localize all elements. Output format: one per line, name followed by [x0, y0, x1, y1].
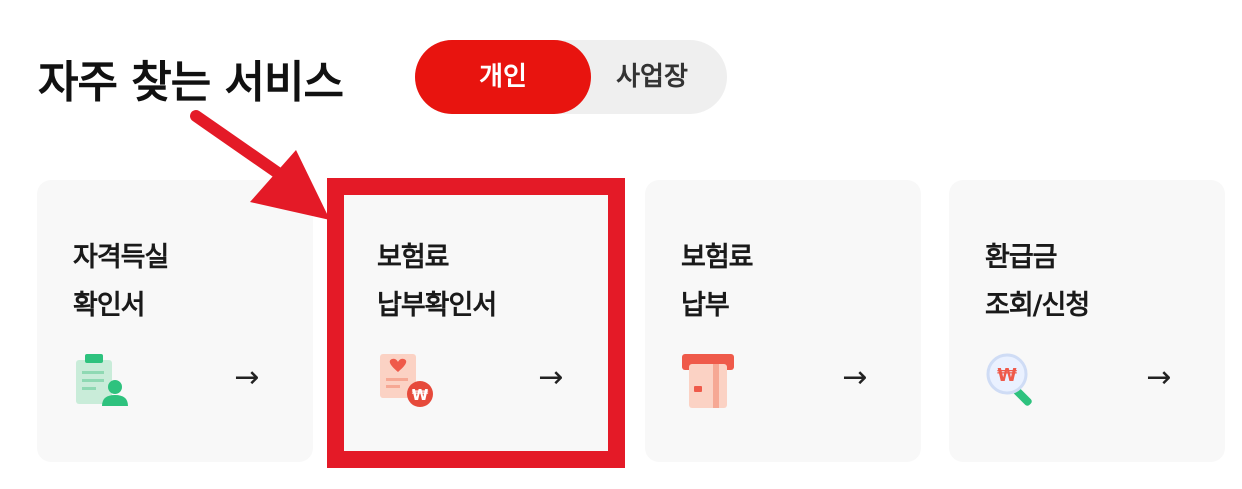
card-eligibility-certificate[interactable]: 자격득실 확인서 → — [37, 180, 313, 462]
svg-text:₩: ₩ — [997, 365, 1017, 386]
card-title: 환급금 조회/신청 — [985, 234, 1205, 330]
card-refund-inquiry[interactable]: 환급금 조회/신청 ₩ → — [949, 180, 1225, 462]
toggle-personal-button[interactable]: 개인 — [415, 40, 591, 114]
card-premium-payment[interactable]: 보험료 납부 → — [645, 180, 921, 462]
svg-text:₩: ₩ — [412, 386, 429, 404]
card-payment-icon — [679, 352, 739, 412]
card-title-line2: 조회/신청 — [985, 290, 1090, 321]
section-title: 자주 찾는 서비스 — [38, 57, 344, 108]
arrow-right-icon: → — [538, 360, 564, 395]
arrow-right-icon: → — [842, 360, 868, 395]
customer-type-toggle: 개인 사업장 — [415, 40, 727, 114]
toggle-business-button[interactable]: 사업장 — [585, 40, 719, 114]
payment-receipt-won-icon: ₩ — [375, 352, 435, 412]
card-title-line1: 보험료 — [377, 242, 450, 273]
card-title-line1: 자격득실 — [73, 242, 169, 273]
card-title: 보험료 납부확인서 — [377, 234, 597, 330]
card-title-line2: 확인서 — [73, 290, 146, 321]
card-title-line1: 보험료 — [681, 242, 754, 273]
card-title-line1: 환급금 — [985, 242, 1058, 273]
card-title-line2: 납부 — [681, 290, 730, 321]
certificate-user-icon — [71, 352, 131, 412]
card-premium-payment-certificate[interactable]: 보험료 납부확인서 ₩ → — [341, 180, 617, 462]
arrow-right-icon: → — [1146, 360, 1172, 395]
card-title-line2: 납부확인서 — [377, 290, 497, 321]
won-magnifier-icon: ₩ — [983, 352, 1043, 412]
card-title: 보험료 납부 — [681, 234, 901, 330]
card-title: 자격득실 확인서 — [73, 234, 293, 330]
arrow-right-icon: → — [234, 360, 260, 395]
